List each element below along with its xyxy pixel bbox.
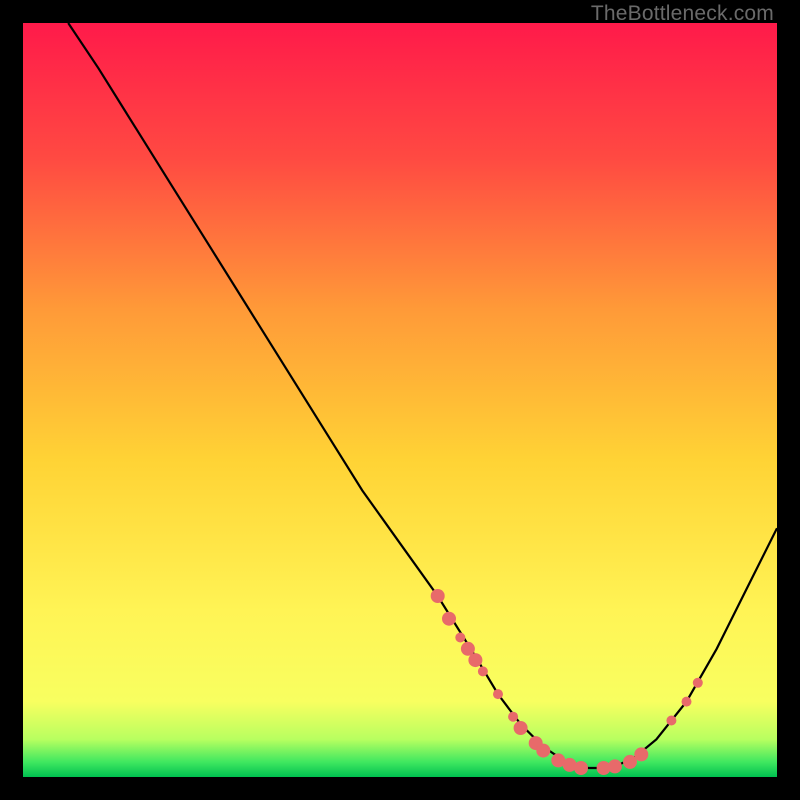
data-marker <box>693 678 703 688</box>
data-marker <box>468 653 482 667</box>
watermark-text: TheBottleneck.com <box>591 2 774 26</box>
data-marker <box>536 744 550 758</box>
data-marker <box>608 759 622 773</box>
data-marker <box>455 633 465 643</box>
data-marker <box>666 716 676 726</box>
data-marker <box>478 666 488 676</box>
data-marker <box>634 747 648 761</box>
data-marker <box>574 761 588 775</box>
gradient-background <box>23 23 777 777</box>
data-marker <box>682 697 692 707</box>
data-marker <box>431 589 445 603</box>
chart-frame <box>23 23 777 777</box>
data-marker <box>514 721 528 735</box>
data-marker <box>442 612 456 626</box>
data-marker <box>508 712 518 722</box>
data-marker <box>493 689 503 699</box>
chart-svg <box>23 23 777 777</box>
